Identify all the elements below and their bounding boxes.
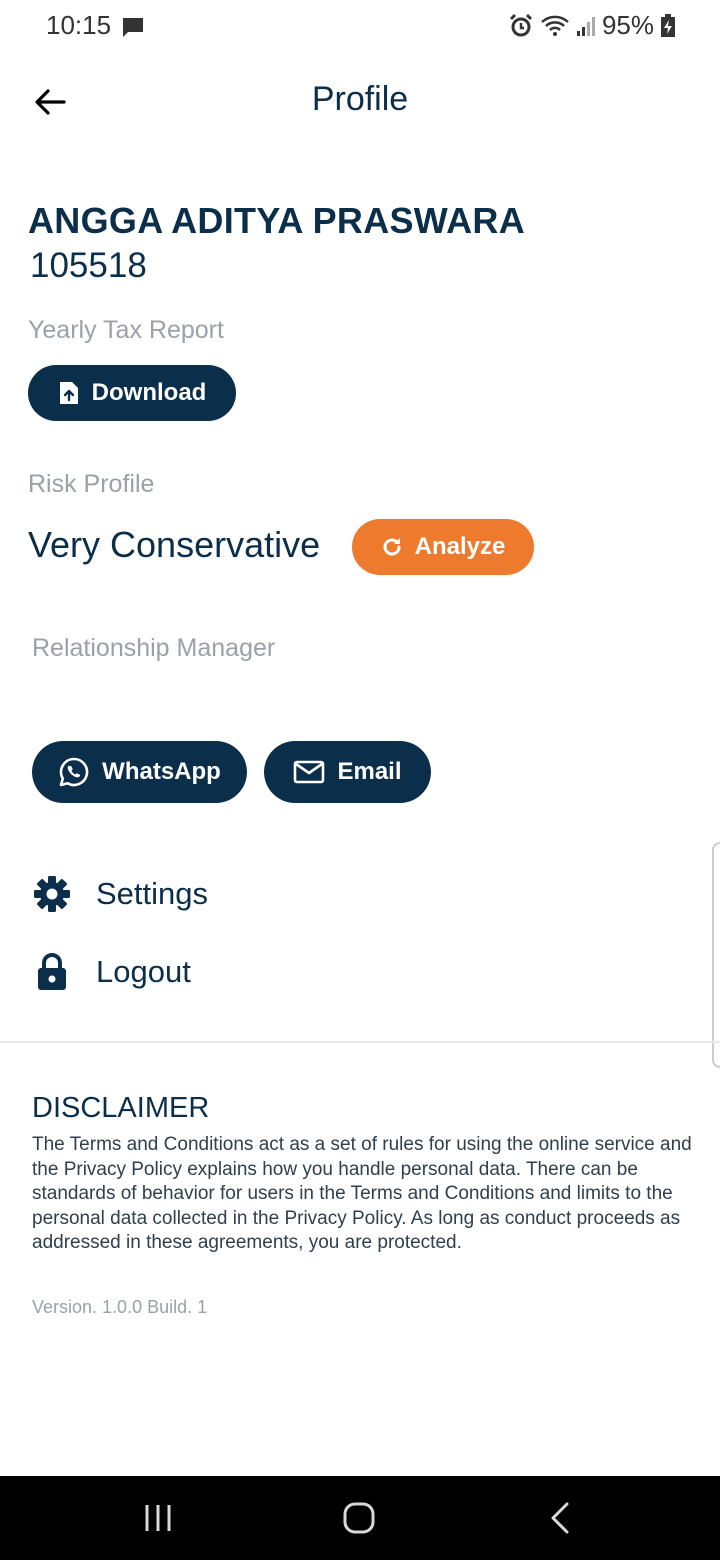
download-button-label: Download <box>91 379 207 406</box>
settings-label: Settings <box>96 876 209 911</box>
alarm-icon <box>508 13 534 39</box>
battery-charging-icon <box>660 13 676 38</box>
status-time: 10:15 <box>46 10 112 40</box>
tax-report-label: Yearly Tax Report <box>28 316 224 344</box>
email-button-label: Email <box>337 758 402 785</box>
analyze-button[interactable]: Analyze <box>352 519 534 575</box>
disclaimer-text: The Terms and Conditions act as a set of… <box>32 1134 692 1254</box>
back-icon <box>551 1502 569 1534</box>
divider <box>0 1041 720 1043</box>
wifi-icon <box>540 14 570 38</box>
disclaimer-title: DISCLAIMER <box>32 1092 210 1124</box>
page-title: Profile <box>311 80 409 118</box>
gear-icon <box>32 874 72 914</box>
download-button[interactable]: Download <box>28 365 236 421</box>
user-name: ANGGA ADITYA PRASWARA <box>28 200 525 241</box>
recents-icon <box>145 1505 171 1531</box>
recents-button[interactable] <box>98 1476 218 1560</box>
home-button[interactable] <box>299 1476 419 1560</box>
email-button[interactable]: Email <box>264 741 431 803</box>
risk-profile-value: Very Conservative <box>28 524 321 565</box>
home-icon <box>343 1502 375 1534</box>
user-id: 105518 <box>30 246 147 285</box>
whatsapp-button[interactable]: WhatsApp <box>32 741 247 803</box>
lock-icon <box>32 952 72 992</box>
whatsapp-icon <box>59 757 89 787</box>
file-upload-icon <box>59 382 78 404</box>
version-text: Version. 1.0.0 Build. 1 <box>32 1297 208 1317</box>
signal-icon <box>576 15 596 37</box>
logout-menu-item[interactable]: Logout <box>32 952 191 992</box>
analyze-button-label: Analyze <box>414 533 506 560</box>
whatsapp-button-label: WhatsApp <box>102 758 221 785</box>
mail-icon <box>294 760 325 784</box>
edge-panel-handle[interactable] <box>712 842 720 1068</box>
settings-menu-item[interactable]: Settings <box>32 874 208 914</box>
logout-label: Logout <box>96 954 191 989</box>
message-icon <box>121 16 145 38</box>
status-icons: 95% <box>508 10 676 41</box>
nav-back-button[interactable] <box>500 1476 620 1560</box>
refresh-icon <box>383 538 401 556</box>
battery-text: 95% <box>601 10 654 40</box>
risk-profile-label: Risk Profile <box>28 470 155 498</box>
relationship-manager-label: Relationship Manager <box>32 634 276 662</box>
